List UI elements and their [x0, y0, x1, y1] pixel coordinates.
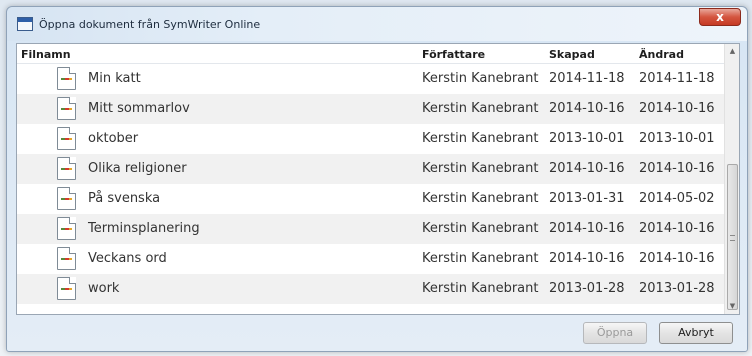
close-button[interactable]: x: [699, 8, 741, 26]
column-header-created[interactable]: Skapad: [549, 48, 595, 61]
cell-filename: Mitt sommarlov: [88, 101, 190, 116]
cell-author: Kerstin Kanebrant: [422, 131, 539, 146]
table-header: Filnamn Författare Skapad Ändrad: [17, 44, 725, 64]
document-icon: [57, 247, 76, 270]
document-icon: [57, 277, 76, 300]
scroll-thumb[interactable]: [727, 164, 738, 310]
cell-author: Kerstin Kanebrant: [422, 101, 539, 116]
column-header-filename[interactable]: Filnamn: [21, 48, 71, 61]
document-icon: [57, 97, 76, 120]
open-document-dialog: Öppna dokument från SymWriter Online x F…: [6, 6, 748, 352]
cell-created: 2014-10-16: [549, 221, 625, 236]
table-row[interactable]: Olika religioner Kerstin Kanebrant 2014-10…: [17, 154, 725, 184]
cell-modified: 2013-01-28: [639, 281, 715, 296]
document-icon: [57, 67, 76, 90]
cell-filename: Terminsplanering: [88, 221, 200, 236]
vertical-scrollbar[interactable]: ▲ ▼: [724, 44, 739, 314]
cell-author: Kerstin Kanebrant: [422, 251, 539, 266]
table-row[interactable]: Veckans ord Kerstin Kanebrant 2014-10-16 20…: [17, 244, 725, 274]
document-icon: [57, 217, 76, 240]
table-row[interactable]: Min katt Kerstin Kanebrant 2014-11-18 2014-…: [17, 64, 725, 94]
cell-created: 2013-01-31: [549, 191, 625, 206]
column-header-modified[interactable]: Ändrad: [639, 48, 684, 61]
cell-modified: 2014-10-16: [639, 221, 715, 236]
cell-author: Kerstin Kanebrant: [422, 191, 539, 206]
cell-filename: På svenska: [88, 191, 161, 206]
title-bar[interactable]: Öppna dokument från SymWriter Online x: [7, 7, 747, 41]
cancel-button[interactable]: Avbryt: [659, 322, 733, 344]
document-icon: [57, 127, 76, 150]
cell-created: 2013-10-01: [549, 131, 625, 146]
column-header-author[interactable]: Författare: [422, 48, 485, 61]
cell-created: 2013-01-28: [549, 281, 625, 296]
scroll-up-arrow-icon[interactable]: ▲: [725, 44, 739, 59]
cell-filename: work: [88, 281, 120, 296]
file-list: Filnamn Författare Skapad Ändrad Min kat…: [16, 43, 740, 315]
table-row[interactable]: Mitt sommarlov Kerstin Kanebrant 2014-10-1…: [17, 94, 725, 124]
cell-created: 2014-10-16: [549, 101, 625, 116]
cell-modified: 2014-11-18: [639, 71, 715, 86]
table-row[interactable]: work Kerstin Kanebrant 2013-01-28 2013-01-2…: [17, 274, 725, 304]
cell-author: Kerstin Kanebrant: [422, 71, 539, 86]
cell-created: 2014-10-16: [549, 251, 625, 266]
app-window-icon: [17, 17, 33, 31]
scroll-down-arrow-icon[interactable]: ▼: [725, 299, 739, 314]
cell-author: Kerstin Kanebrant: [422, 161, 539, 176]
document-icon: [57, 157, 76, 180]
window-title: Öppna dokument från SymWriter Online: [39, 18, 261, 31]
cell-modified: 2014-10-16: [639, 161, 715, 176]
cell-modified: 2014-10-16: [639, 101, 715, 116]
cell-created: 2014-10-16: [549, 161, 625, 176]
cell-author: Kerstin Kanebrant: [422, 221, 539, 236]
cell-filename: oktober: [88, 131, 139, 146]
dialog-footer: Öppna Avbryt: [7, 317, 747, 351]
cell-filename: Olika religioner: [88, 161, 187, 176]
cell-filename: Min katt: [88, 71, 141, 86]
cell-filename: Veckans ord: [88, 251, 167, 266]
table-row[interactable]: Terminsplanering Kerstin Kanebrant 2014-10…: [17, 214, 725, 244]
cell-author: Kerstin Kanebrant: [422, 281, 539, 296]
cell-modified: 2014-10-16: [639, 251, 715, 266]
cell-modified: 2013-10-01: [639, 131, 715, 146]
cell-created: 2014-11-18: [549, 71, 625, 86]
cell-modified: 2014-05-02: [639, 191, 715, 206]
grip-icon: [730, 235, 735, 241]
open-button[interactable]: Öppna: [583, 322, 647, 344]
document-icon: [57, 187, 76, 210]
table-row[interactable]: På svenska Kerstin Kanebrant 2013-01-31 201…: [17, 184, 725, 214]
table-row[interactable]: oktober Kerstin Kanebrant 2013-10-01 2013-1…: [17, 124, 725, 154]
